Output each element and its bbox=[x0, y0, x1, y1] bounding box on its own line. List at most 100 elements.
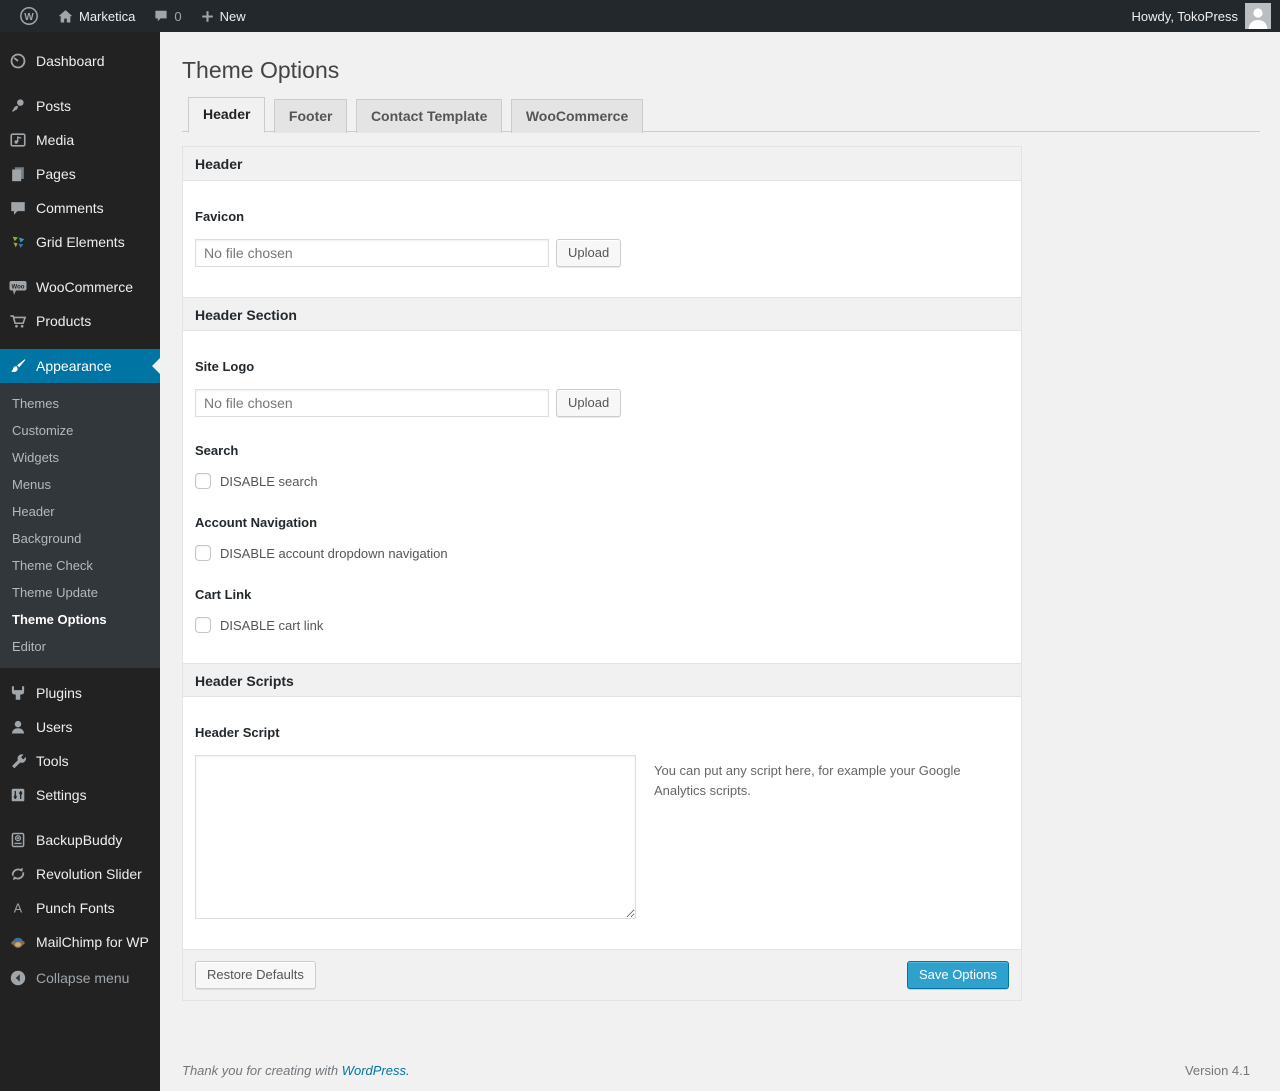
site-logo-upload-button[interactable]: Upload bbox=[556, 389, 622, 417]
page-title: Theme Options bbox=[182, 57, 340, 83]
favicon-file-input[interactable] bbox=[195, 239, 549, 267]
search-label: Search bbox=[195, 443, 239, 458]
sidebar-item-dashboard[interactable]: Dashboard bbox=[0, 44, 160, 78]
howdy-text: Howdy, TokoPress bbox=[1131, 8, 1238, 24]
search-field: Search DISABLE search bbox=[195, 443, 1009, 489]
submenu-item-header[interactable]: Header bbox=[0, 498, 160, 525]
submenu-item-theme-check[interactable]: Theme Check bbox=[0, 552, 160, 579]
sidebar-item-appearance[interactable]: Appearance bbox=[0, 349, 160, 383]
submenu-item-editor[interactable]: Editor bbox=[0, 633, 160, 660]
submenu-item-menus[interactable]: Menus bbox=[0, 471, 160, 498]
cart-icon bbox=[8, 311, 28, 331]
sidebar-item-media[interactable]: Media bbox=[0, 123, 160, 157]
favicon-upload-button[interactable]: Upload bbox=[556, 239, 622, 267]
user-icon bbox=[8, 717, 28, 737]
sidebar-item-plugins[interactable]: Plugins bbox=[0, 676, 160, 710]
sidebar-item-punch-fonts[interactable]: A Punch Fonts bbox=[0, 891, 160, 925]
sidebar-item-label: Settings bbox=[36, 787, 87, 803]
header-script-textarea[interactable] bbox=[195, 755, 636, 919]
sidebar-item-label: Posts bbox=[36, 98, 72, 114]
disable-cart-link-label[interactable]: DISABLE cart link bbox=[220, 618, 323, 633]
mailchimp-icon bbox=[8, 932, 28, 952]
sidebar-item-posts[interactable]: Posts bbox=[0, 89, 160, 123]
plugin-icon bbox=[8, 683, 28, 703]
svg-text:Woo: Woo bbox=[12, 284, 25, 290]
dashboard-icon bbox=[8, 51, 28, 71]
media-icon bbox=[8, 130, 28, 150]
site-name-menu[interactable]: Marketica bbox=[48, 0, 144, 32]
site-logo-file-input[interactable] bbox=[195, 389, 549, 417]
sidebar-item-label: WooCommerce bbox=[36, 279, 133, 295]
sidebar-item-label: Plugins bbox=[36, 685, 82, 701]
sidebar-item-comments[interactable]: Comments bbox=[0, 191, 160, 225]
tab-footer[interactable]: Footer bbox=[273, 99, 348, 133]
restore-defaults-button[interactable]: Restore Defaults bbox=[195, 961, 316, 989]
sidebar-item-grid-elements[interactable]: Grid Elements bbox=[0, 225, 160, 259]
sidebar: Dashboard Posts Media Pages Comments Gri… bbox=[0, 32, 160, 1091]
account-menu[interactable]: Howdy, TokoPress bbox=[1132, 0, 1280, 32]
letter-a-icon: A bbox=[8, 898, 28, 918]
disable-search-checkbox[interactable] bbox=[195, 473, 211, 489]
collapse-menu-label: Collapse menu bbox=[36, 970, 130, 986]
disable-account-nav-checkbox[interactable] bbox=[195, 545, 211, 561]
new-content-menu[interactable]: New bbox=[191, 0, 255, 32]
version-text: Version 4.1 bbox=[1184, 1063, 1250, 1078]
disable-account-nav-label[interactable]: DISABLE account dropdown navigation bbox=[220, 546, 448, 561]
cart-link-label: Cart Link bbox=[195, 587, 252, 602]
wrench-icon bbox=[8, 751, 28, 771]
sidebar-item-label: Comments bbox=[36, 200, 104, 216]
settings-icon bbox=[8, 785, 28, 805]
sidebar-item-revolution-slider[interactable]: Revolution Slider bbox=[0, 857, 160, 891]
disable-cart-link-checkbox[interactable] bbox=[195, 617, 211, 633]
theme-options-panel: Header Favicon Upload Header Section Sit… bbox=[182, 146, 1022, 1001]
sidebar-item-label: Revolution Slider bbox=[36, 866, 142, 882]
tab-woocommerce[interactable]: WooCommerce bbox=[510, 99, 644, 133]
sidebar-item-settings[interactable]: Settings bbox=[0, 778, 160, 812]
site-logo-field: Site Logo Upload bbox=[195, 359, 1009, 417]
sidebar-item-pages[interactable]: Pages bbox=[0, 157, 160, 191]
sidebar-item-label: Users bbox=[36, 719, 73, 735]
submenu-item-theme-update[interactable]: Theme Update bbox=[0, 579, 160, 606]
disable-search-label[interactable]: DISABLE search bbox=[220, 474, 318, 489]
sidebar-item-users[interactable]: Users bbox=[0, 710, 160, 744]
sidebar-item-products[interactable]: Products bbox=[0, 304, 160, 338]
wordpress-logo-icon: W bbox=[19, 6, 39, 26]
site-name: Marketica bbox=[79, 8, 136, 24]
brush-icon bbox=[8, 356, 28, 376]
new-label: New bbox=[219, 8, 246, 24]
favicon-field: Favicon Upload bbox=[195, 209, 1009, 267]
wordpress-link[interactable]: WordPress. bbox=[342, 1063, 410, 1078]
svg-text:A: A bbox=[14, 902, 23, 916]
refresh-icon bbox=[8, 864, 28, 884]
section-header-title: Header bbox=[183, 147, 1021, 181]
header-script-label: Header Script bbox=[195, 725, 280, 740]
sidebar-item-backupbuddy[interactable]: BackupBuddy bbox=[0, 823, 160, 857]
comment-count: 0 bbox=[174, 8, 182, 24]
section-header-scripts-body: Header Script You can put any script her… bbox=[183, 697, 1021, 949]
submenu-item-customize[interactable]: Customize bbox=[0, 417, 160, 444]
sidebar-item-label: Appearance bbox=[36, 358, 112, 374]
tab-header[interactable]: Header bbox=[188, 97, 266, 133]
grid-elements-icon bbox=[8, 232, 28, 252]
submenu-item-theme-options[interactable]: Theme Options bbox=[0, 606, 160, 633]
collapse-menu-button[interactable]: Collapse menu bbox=[0, 961, 160, 995]
account-navigation-label: Account Navigation bbox=[195, 515, 318, 530]
comments-menu[interactable]: 0 bbox=[144, 0, 190, 32]
sidebar-item-label: MailChimp for WP bbox=[36, 934, 149, 950]
plus-icon bbox=[200, 9, 215, 24]
avatar bbox=[1245, 3, 1271, 29]
comment-bubble-icon bbox=[153, 8, 169, 24]
sidebar-item-mailchimp[interactable]: MailChimp for WP bbox=[0, 925, 160, 959]
backup-icon bbox=[8, 830, 28, 850]
submenu-item-widgets[interactable]: Widgets bbox=[0, 444, 160, 471]
appearance-submenu: Themes Customize Widgets Menus Header Ba… bbox=[0, 383, 160, 668]
submenu-item-themes[interactable]: Themes bbox=[0, 390, 160, 417]
tab-contact-template[interactable]: Contact Template bbox=[355, 99, 503, 133]
sidebar-item-tools[interactable]: Tools bbox=[0, 744, 160, 778]
pages-icon bbox=[8, 164, 28, 184]
sidebar-item-woocommerce[interactable]: Woo WooCommerce bbox=[0, 270, 160, 304]
wordpress-logo-menu[interactable]: W bbox=[10, 0, 48, 32]
submenu-item-background[interactable]: Background bbox=[0, 525, 160, 552]
sidebar-item-label: Tools bbox=[36, 753, 69, 769]
save-options-button[interactable]: Save Options bbox=[906, 961, 1009, 989]
